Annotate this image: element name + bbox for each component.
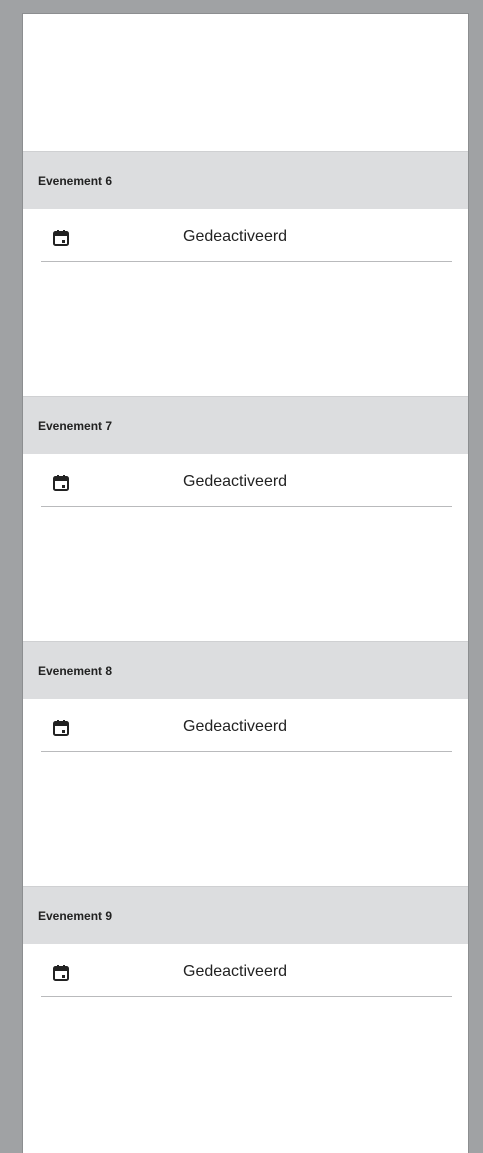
event-section: Evenement 9 Gedeactiveerd [23, 886, 468, 997]
event-status: Gedeactiveerd [183, 473, 288, 490]
event-date-field[interactable]: Gedeactiveerd [41, 944, 452, 997]
event-status: Gedeactiveerd [183, 963, 288, 980]
calendar-icon[interactable] [52, 474, 70, 492]
event-section-header: Evenement 9 [23, 886, 468, 944]
event-date-field[interactable]: Gedeactiveerd [41, 699, 452, 752]
event-section: Evenement 8 Gedeactiveerd [23, 641, 468, 752]
event-date-field[interactable]: Gedeactiveerd [41, 209, 452, 262]
event-section-header: Evenement 7 [23, 396, 468, 454]
event-section: Evenement 6 Gedeactiveerd [23, 151, 468, 262]
events-panel: Evenement 6 Gedeactiveerd Evenement 7 Ge… [22, 13, 469, 1153]
event-section-header: Evenement 6 [23, 151, 468, 209]
event-date-field[interactable]: Gedeactiveerd [41, 454, 452, 507]
calendar-icon[interactable] [52, 229, 70, 247]
event-section: Evenement 7 Gedeactiveerd [23, 396, 468, 507]
event-status: Gedeactiveerd [183, 718, 288, 735]
calendar-icon[interactable] [52, 719, 70, 737]
event-status: Gedeactiveerd [183, 228, 288, 245]
calendar-icon[interactable] [52, 964, 70, 982]
event-section-header: Evenement 8 [23, 641, 468, 699]
